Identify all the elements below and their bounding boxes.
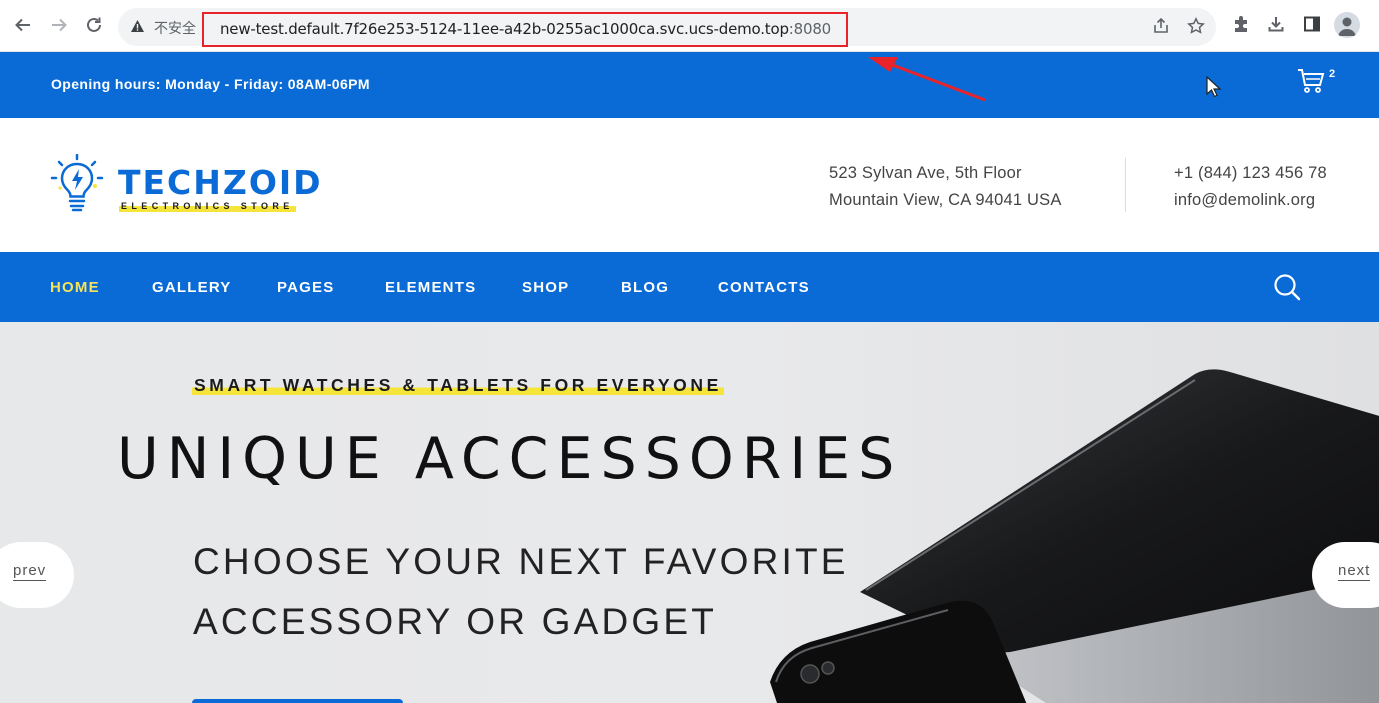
nav-gallery[interactable]: GALLERY <box>152 279 232 296</box>
address-line-2: Mountain View, CA 94041 USA <box>829 191 1062 209</box>
slider-next-button[interactable]: next <box>1312 542 1379 608</box>
reload-icon[interactable] <box>83 14 105 36</box>
bookmark-star-icon[interactable] <box>1187 17 1205 40</box>
url-port: :8080 <box>788 20 832 38</box>
hero-subheading: CHOOSE YOUR NEXT FAVORITE ACCESSORY OR G… <box>193 532 849 652</box>
back-arrow-icon[interactable] <box>12 14 34 36</box>
browser-toolbar: 不安全 new-test.default.7f26e253-5124-11ee-… <box>0 0 1379 52</box>
hero-kicker: SMART WATCHES & TABLETS FOR EVERYONE <box>192 375 724 395</box>
share-icon[interactable] <box>1152 17 1170 40</box>
main-navigation: HOME GALLERY PAGES ELEMENTS SHOP BLOG CO… <box>0 252 1379 322</box>
nav-shop[interactable]: SHOP <box>522 279 569 296</box>
hero-subline-1: CHOOSE YOUR NEXT FAVORITE <box>193 541 849 582</box>
logo-tagline: ELECTRONICS STORE <box>119 201 296 212</box>
nav-home[interactable]: HOME <box>50 279 100 296</box>
lightbulb-logo-icon[interactable] <box>50 153 106 221</box>
not-secure-label[interactable]: 不安全 <box>154 18 196 38</box>
url-highlight-box: new-test.default.7f26e253-5124-11ee-a42b… <box>202 12 848 47</box>
email-link[interactable]: info@demolink.org <box>1174 187 1327 214</box>
side-panel-icon[interactable] <box>1303 15 1321 38</box>
hero-subline-2: ACCESSORY OR GADGET <box>193 601 718 642</box>
nav-pages[interactable]: PAGES <box>277 279 334 296</box>
hero-slider: SMART WATCHES & TABLETS FOR EVERYONE UNI… <box>0 322 1379 703</box>
url-text[interactable]: new-test.default.7f26e253-5124-11ee-a42b… <box>220 20 831 38</box>
mouse-cursor-icon <box>1206 75 1222 103</box>
opening-hours: Opening hours: Monday - Friday: 08AM-06P… <box>51 76 370 92</box>
extensions-puzzle-icon[interactable] <box>1232 15 1250 38</box>
download-icon[interactable] <box>1267 15 1285 38</box>
phone-link[interactable]: +1 (844) 123 456 78 <box>1174 160 1327 187</box>
address-line-1: 523 Sylvan Ave, 5th Floor <box>829 164 1022 182</box>
cart-count-badge: 2 <box>1329 68 1336 80</box>
top-info-bar: Opening hours: Monday - Friday: 08AM-06P… <box>0 52 1379 118</box>
search-icon[interactable] <box>1272 272 1302 307</box>
cart-icon[interactable] <box>1296 66 1326 101</box>
warning-icon[interactable] <box>130 19 145 38</box>
profile-avatar-icon[interactable] <box>1334 12 1360 38</box>
nav-elements[interactable]: ELEMENTS <box>385 279 476 296</box>
contact-block: +1 (844) 123 456 78 info@demolink.org <box>1174 160 1327 214</box>
url-host: new-test.default.7f26e253-5124-11ee-a42b… <box>220 20 789 38</box>
nav-contacts[interactable]: CONTACTS <box>718 279 810 296</box>
header-divider <box>1125 158 1126 212</box>
forward-arrow-icon[interactable] <box>48 14 70 36</box>
hero-headline: UNIQUE ACCESSORIES <box>117 426 903 492</box>
logo-name[interactable]: TECHZOID <box>118 163 323 202</box>
next-label: next <box>1338 562 1371 581</box>
slider-prev-button[interactable]: prev <box>0 542 74 608</box>
site-header: TECHZOID ELECTRONICS STORE 523 Sylvan Av… <box>0 118 1379 252</box>
address-block: 523 Sylvan Ave, 5th Floor Mountain View,… <box>829 160 1062 214</box>
nav-blog[interactable]: BLOG <box>621 279 669 296</box>
address-bar[interactable]: 不安全 new-test.default.7f26e253-5124-11ee-… <box>118 8 1216 47</box>
prev-label: prev <box>13 562 47 581</box>
hero-cta-button[interactable] <box>192 699 403 703</box>
